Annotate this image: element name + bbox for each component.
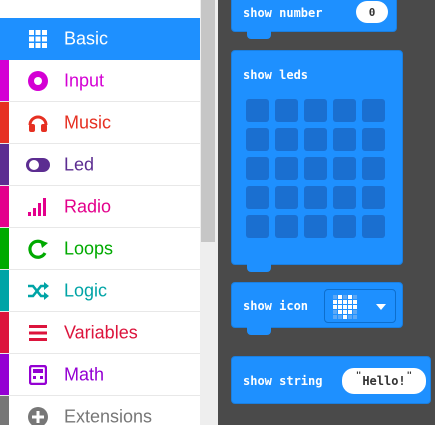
led-cell[interactable] [333, 99, 356, 122]
block-label: show number [243, 6, 323, 20]
category-color-stripe [0, 60, 9, 101]
led-cell[interactable] [333, 128, 356, 151]
category-led[interactable]: Led [0, 144, 200, 186]
block-connector-notch [247, 327, 271, 335]
led-cell[interactable] [362, 99, 385, 122]
category-color-stripe [0, 186, 9, 227]
quote-close: " [406, 371, 413, 381]
category-input[interactable]: Input [0, 60, 200, 102]
category-label: Variables [64, 322, 138, 342]
category-label: Logic [64, 280, 108, 300]
block-workspace[interactable]: show number 0 show leds show icon show s… [218, 0, 435, 425]
led-cell[interactable] [275, 99, 298, 122]
category-label: Loops [64, 238, 114, 258]
category-loops[interactable]: Loops [0, 228, 200, 270]
led-cell[interactable] [304, 157, 327, 180]
category-radio[interactable]: Radio [0, 186, 200, 228]
category-label: Extensions [64, 406, 153, 425]
led-cell[interactable] [246, 157, 269, 180]
show-string-block[interactable]: show string " Hello! " [231, 356, 431, 404]
led-cell[interactable] [275, 186, 298, 209]
category-color-stripe [0, 312, 9, 353]
shuffle-icon [26, 279, 50, 303]
category-music[interactable]: Music [0, 102, 200, 144]
category-basic[interactable]: Basic [0, 18, 200, 60]
category-label: Radio [64, 196, 112, 216]
target-icon [26, 69, 50, 93]
category-label: Basic [64, 28, 109, 49]
headphones-icon [26, 111, 50, 135]
led-cell[interactable] [362, 157, 385, 180]
led-cell[interactable] [275, 215, 298, 238]
category-color-stripe [0, 228, 9, 269]
led-cell[interactable] [333, 215, 356, 238]
makecode-editor: Basic Input Music Led Radio Loops Logic … [0, 0, 435, 425]
string-input[interactable]: " Hello! " [342, 368, 426, 394]
led-cell[interactable] [362, 186, 385, 209]
show-leds-block[interactable]: show leds [231, 50, 403, 272]
toolbox-scrollbar-thumb[interactable] [201, 0, 215, 242]
category-extensions[interactable]: Extensions [0, 396, 200, 425]
category-label: Input [64, 70, 105, 90]
show-number-block[interactable]: show number 0 [231, 0, 397, 39]
calculator-icon [26, 363, 50, 387]
led-cell[interactable] [362, 215, 385, 238]
led-cell[interactable] [246, 128, 269, 151]
loop-arrow-icon [26, 237, 50, 261]
led-cell[interactable] [246, 99, 269, 122]
category-color-stripe [0, 102, 9, 143]
category-logic[interactable]: Logic [0, 270, 200, 312]
led-cell[interactable] [304, 186, 327, 209]
chevron-down-icon [376, 304, 386, 310]
led-cell[interactable] [246, 186, 269, 209]
led-cell[interactable] [333, 186, 356, 209]
string-value: Hello! [362, 374, 406, 388]
signal-bars-icon [26, 195, 50, 219]
led-cell[interactable] [275, 157, 298, 180]
led-cell[interactable] [304, 99, 327, 122]
led-cell[interactable] [246, 215, 269, 238]
led-cell[interactable] [333, 157, 356, 180]
icon-picker-dropdown[interactable] [324, 289, 396, 323]
quote-open: " [355, 371, 362, 381]
led-cell[interactable] [275, 128, 298, 151]
category-variables[interactable]: Variables [0, 312, 200, 354]
category-label: Math [64, 364, 105, 384]
led-cell[interactable] [362, 128, 385, 151]
heart-icon [333, 295, 357, 319]
category-math[interactable]: Math [0, 354, 200, 396]
block-connector-notch [247, 31, 271, 39]
number-input[interactable]: 0 [356, 1, 388, 23]
block-label: show leds [243, 68, 309, 82]
led-cell[interactable] [304, 215, 327, 238]
led-matrix [246, 99, 385, 238]
category-label: Music [64, 112, 112, 132]
category-color-stripe [0, 270, 9, 311]
block-label: show string [243, 374, 323, 388]
toggle-icon [26, 153, 50, 177]
toolbox: Basic Input Music Led Radio Loops Logic … [0, 0, 200, 425]
category-color-stripe [0, 144, 9, 185]
lines-icon [26, 321, 50, 345]
category-color-stripe [0, 354, 9, 395]
block-connector-notch [247, 264, 271, 272]
plus-circle-icon [26, 405, 50, 425]
block-label: show icon [243, 299, 309, 313]
led-cell[interactable] [304, 128, 327, 151]
category-color-stripe [0, 396, 9, 425]
show-icon-block[interactable]: show icon [231, 282, 403, 335]
grid-icon [26, 27, 50, 51]
category-label: Led [64, 154, 95, 174]
